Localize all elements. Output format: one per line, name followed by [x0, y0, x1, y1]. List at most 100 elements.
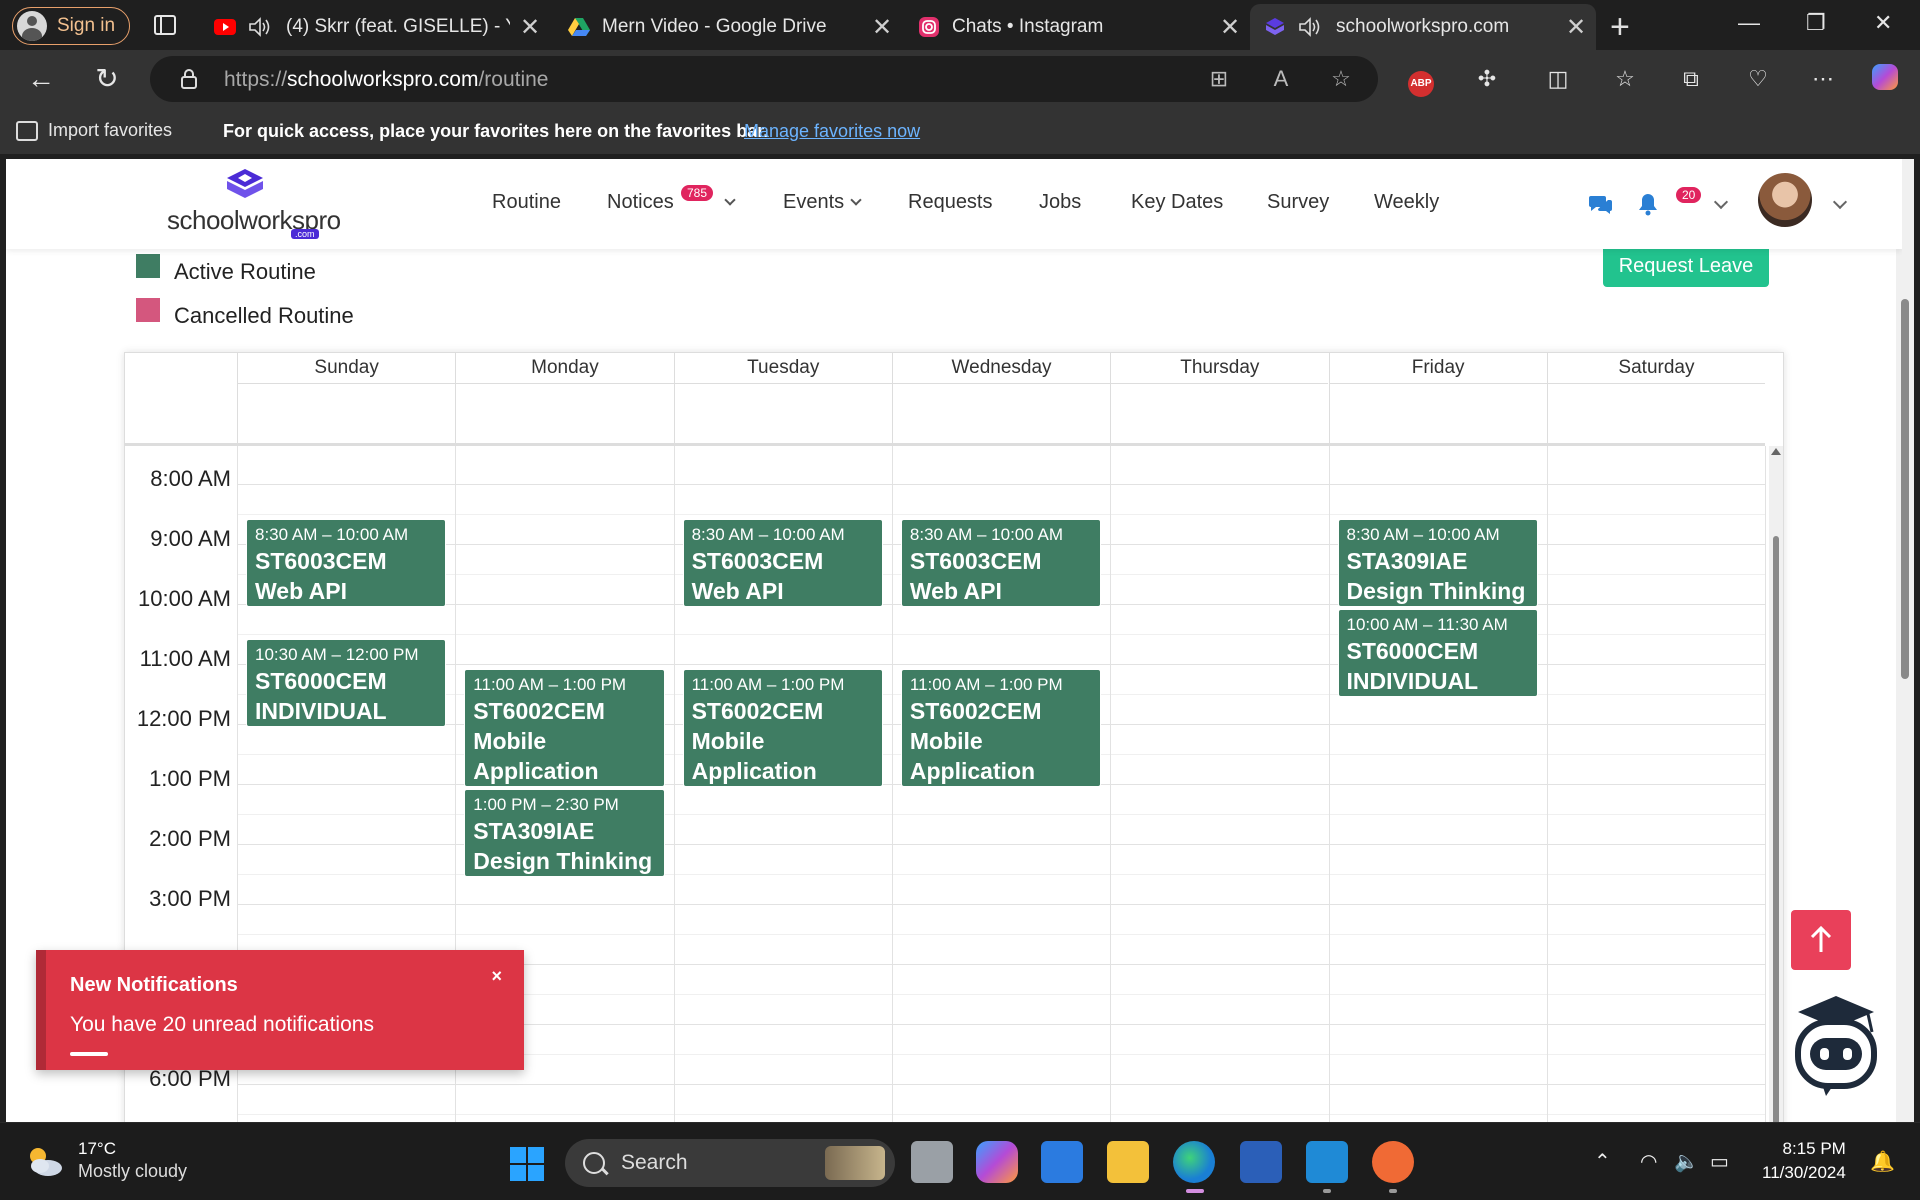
- avatar[interactable]: [1758, 173, 1812, 227]
- chat-icon[interactable]: [1588, 191, 1614, 217]
- time-label: 11:00 AM: [139, 646, 231, 671]
- lock-icon[interactable]: [178, 68, 200, 90]
- workspaces-icon[interactable]: [152, 12, 178, 38]
- restore-icon[interactable]: ❐: [1806, 10, 1826, 36]
- import-favorites-button[interactable]: Import favorites: [16, 120, 172, 141]
- event-title: ST6002CEM Mobile Application Development: [909, 698, 1042, 784]
- store-icon[interactable]: [1041, 1141, 1083, 1183]
- event-time: 8:30 AM – 10:00 AM: [255, 525, 409, 544]
- site-header: schoolworkspro .com Routine Notices 785 E…: [6, 159, 1902, 249]
- routine-event[interactable]: 11:00 AM – 1:00 PM ST6002CEM Mobile Appli…: [464, 669, 665, 787]
- speaker-icon[interactable]: [248, 17, 272, 37]
- read-aloud-icon[interactable]: A: [1268, 66, 1294, 92]
- all-day-cell[interactable]: [237, 383, 456, 443]
- minimize-icon[interactable]: ―: [1738, 10, 1760, 36]
- edge-browser-icon[interactable]: [1173, 1141, 1215, 1183]
- browser-essentials-icon[interactable]: ♡: [1743, 64, 1773, 94]
- chevron-up-icon[interactable]: ⌃: [1594, 1149, 1611, 1174]
- close-tab-icon[interactable]: ✕: [862, 13, 902, 42]
- nav-notices[interactable]: Notices 785: [607, 185, 736, 214]
- tab-instagram[interactable]: Chats • Instagram ✕: [904, 4, 1250, 50]
- favorites-icon[interactable]: ☆: [1610, 64, 1640, 94]
- speaker-icon[interactable]: [1298, 17, 1322, 37]
- nav-jobs[interactable]: Jobs: [1039, 191, 1081, 214]
- routine-event[interactable]: 8:30 AM – 10:00 AM STA309IAE Design Think…: [1337, 519, 1538, 607]
- scroll-thumb[interactable]: [1773, 536, 1779, 1122]
- calendar-scrollbar[interactable]: [1769, 446, 1783, 1122]
- chatbot-icon[interactable]: [1786, 992, 1886, 1102]
- volume-icon[interactable]: 🔈: [1674, 1149, 1699, 1174]
- scroll-thumb[interactable]: [1901, 299, 1909, 679]
- routine-event[interactable]: 10:30 AM – 12:00 PM ST6000CEM INDIVIDUAL …: [246, 639, 447, 727]
- all-day-cell[interactable]: [1110, 383, 1329, 443]
- all-day-cell[interactable]: [673, 383, 892, 443]
- tab-title: schoolworkspro.com: [1336, 16, 1510, 37]
- nav-events[interactable]: Events: [783, 191, 862, 214]
- collections-icon[interactable]: ⧉: [1676, 64, 1706, 94]
- page-scrollbar[interactable]: [1896, 159, 1914, 1122]
- tab-schoolworkspro[interactable]: schoolworkspro.com ✕: [1250, 4, 1596, 50]
- adblock-extension-icon[interactable]: ABP: [1406, 64, 1436, 97]
- event-title: ST6002CEM Mobile Application Development: [473, 698, 605, 784]
- scroll-up-icon[interactable]: [1771, 448, 1781, 455]
- routine-event[interactable]: 8:30 AM – 10:00 AM ST6003CEM Web API Deve…: [246, 519, 447, 607]
- notification-bell-icon[interactable]: 🔔: [1870, 1149, 1895, 1174]
- nav-label: Jobs: [1039, 191, 1082, 213]
- close-tab-icon[interactable]: ✕: [510, 13, 550, 42]
- tab-youtube[interactable]: (4) Skrr (feat. GISELLE) - You ✕: [200, 4, 550, 50]
- site-logo[interactable]: schoolworkspro .com: [161, 167, 341, 239]
- all-day-cell[interactable]: [1328, 383, 1547, 443]
- vscode-icon[interactable]: [1306, 1141, 1348, 1183]
- new-tab-button[interactable]: +: [1610, 8, 1630, 47]
- word-icon[interactable]: [1240, 1141, 1282, 1183]
- battery-icon[interactable]: ▭: [1710, 1149, 1729, 1174]
- all-day-cell[interactable]: [1546, 383, 1766, 443]
- routine-event[interactable]: 11:00 AM – 1:00 PM ST6002CEM Mobile Appli…: [682, 669, 883, 787]
- taskbar-search[interactable]: Search: [565, 1139, 895, 1187]
- split-screen-icon[interactable]: ◫: [1543, 64, 1573, 94]
- copilot-icon[interactable]: [1870, 64, 1900, 94]
- request-leave-button[interactable]: Request Leave: [1603, 245, 1769, 287]
- manage-favorites-link[interactable]: Manage favorites now: [744, 121, 920, 142]
- nav-weekly[interactable]: Weekly: [1374, 191, 1439, 214]
- chevron-down-icon[interactable]: [1713, 194, 1729, 210]
- nav-survey[interactable]: Survey: [1267, 191, 1329, 214]
- close-icon[interactable]: ×: [491, 966, 502, 987]
- postman-icon[interactable]: [1372, 1141, 1414, 1183]
- sign-in-button[interactable]: Sign in: [12, 7, 130, 45]
- routine-event[interactable]: 8:30 AM – 10:00 AM ST6003CEM Web API Deve…: [900, 519, 1102, 607]
- event-time: 8:30 AM – 10:00 AM: [1346, 525, 1500, 544]
- file-explorer-icon[interactable]: [1107, 1141, 1149, 1183]
- address-bar[interactable]: https://schoolworkspro.com/routine ⊞ A ☆: [150, 56, 1378, 102]
- all-day-cell[interactable]: [455, 383, 674, 443]
- close-tab-icon[interactable]: ✕: [1556, 13, 1596, 42]
- routine-event[interactable]: 8:30 AM – 10:00 AM ST6003CEM Web API Deve…: [682, 519, 883, 607]
- routine-event[interactable]: 1:00 PM – 2:30 PM STA309IAE Design Thinki…: [464, 789, 665, 877]
- nav-routine[interactable]: Routine: [492, 191, 561, 214]
- nav-requests[interactable]: Requests: [908, 191, 993, 214]
- windows-start-button[interactable]: [510, 1147, 544, 1181]
- routine-event[interactable]: 10:00 AM – 11:30 AM ST6000CEM INDIVIDUAL …: [1337, 609, 1538, 697]
- bell-icon[interactable]: [1635, 191, 1661, 217]
- close-tab-icon[interactable]: ✕: [1210, 13, 1250, 42]
- routine-event[interactable]: 11:00 AM – 1:00 PM ST6002CEM Mobile Appli…: [900, 669, 1102, 787]
- notification-toast[interactable]: New Notifications You have 20 unread not…: [36, 950, 524, 1070]
- wifi-icon[interactable]: ◠: [1640, 1149, 1657, 1174]
- app-available-icon[interactable]: ⊞: [1206, 66, 1232, 92]
- extensions-icon[interactable]: ✣: [1472, 64, 1502, 94]
- tab-google-drive[interactable]: Mern Video - Google Drive ✕: [554, 4, 902, 50]
- more-menu-icon[interactable]: ⋯: [1808, 64, 1838, 94]
- copilot-app-icon[interactable]: [976, 1141, 1018, 1183]
- close-window-icon[interactable]: ✕: [1874, 10, 1892, 36]
- task-view-icon[interactable]: [911, 1141, 953, 1183]
- weather-widget[interactable]: 17°C Mostly cloudy: [24, 1139, 187, 1182]
- taskbar-clock[interactable]: 8:15 PM 11/30/2024: [1762, 1137, 1846, 1185]
- refresh-icon[interactable]: ↻: [92, 64, 122, 94]
- nav-key-dates[interactable]: Key Dates: [1131, 191, 1223, 214]
- back-arrow-icon[interactable]: ←: [26, 64, 56, 94]
- favorite-star-icon[interactable]: ☆: [1328, 66, 1354, 92]
- scroll-to-top-button[interactable]: [1791, 910, 1851, 970]
- url-text[interactable]: https://schoolworkspro.com/routine: [224, 68, 548, 92]
- chevron-down-icon[interactable]: [1832, 194, 1848, 210]
- all-day-cell[interactable]: [891, 383, 1111, 443]
